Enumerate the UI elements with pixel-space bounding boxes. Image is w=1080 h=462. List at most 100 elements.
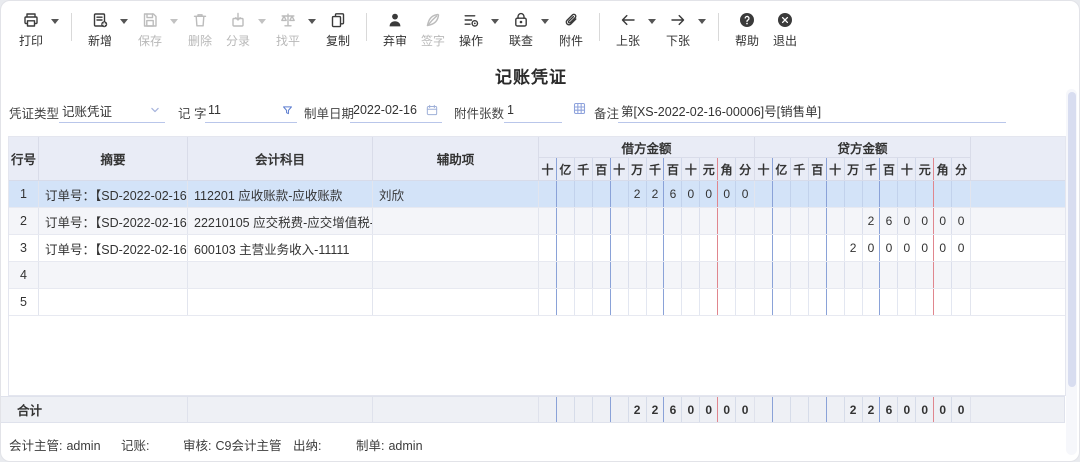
add-button[interactable]: 新增: [84, 10, 116, 49]
aux-cell[interactable]: [373, 289, 539, 315]
col-account: 会计科目: [188, 137, 373, 180]
save-dropdown-caret[interactable]: [170, 19, 178, 24]
amount-digit-cell: [629, 235, 647, 261]
amount-digit-cell: [827, 289, 845, 315]
voucher-row-1[interactable]: 1订单号：【SD-2022-02-16-00003...112201 应收账款-…: [9, 181, 1065, 208]
amount-digit-cell: [647, 208, 665, 234]
copy-button[interactable]: 复制: [322, 10, 354, 49]
linkquery-button[interactable]: 联查: [505, 10, 537, 49]
calendar-icon[interactable]: [425, 103, 439, 117]
summary-cell[interactable]: [39, 262, 188, 288]
printer-icon: [22, 10, 40, 30]
abacus-grid-icon[interactable]: [572, 101, 587, 119]
scrollbar-thumb[interactable]: [1068, 92, 1076, 387]
next-voucher-button[interactable]: 下张: [662, 10, 694, 49]
amount-digit-cell: 千: [863, 158, 881, 180]
aux-cell[interactable]: 刘欣: [373, 181, 539, 207]
attachment-button[interactable]: 附件: [555, 10, 587, 49]
amount-digit-cell: [934, 289, 952, 315]
amount-digit-cell: 千: [647, 158, 665, 180]
exit-button[interactable]: 退出: [769, 10, 801, 49]
amount-digit-cell: [557, 208, 575, 234]
account-cell[interactable]: [188, 262, 373, 288]
word-no-input[interactable]: 11: [205, 98, 297, 123]
amount-digit-cell: 6: [880, 208, 898, 234]
sign-button[interactable]: 签字: [417, 10, 449, 49]
credit-amount-cell[interactable]: 2000000: [755, 235, 971, 261]
operate-button[interactable]: 操作: [455, 10, 487, 49]
credit-amount-cell[interactable]: 260000: [755, 208, 971, 234]
debit-amount-cell[interactable]: [539, 235, 755, 261]
amount-digit-cell: [827, 235, 845, 261]
add-dropdown-caret[interactable]: [120, 19, 128, 24]
voucher-type-select[interactable]: 记账凭证: [59, 98, 165, 123]
filter-funnel-icon[interactable]: [281, 104, 294, 117]
amount-digit-cell: 2: [863, 208, 881, 234]
account-cell[interactable]: [188, 289, 373, 315]
credit-amount-cell[interactable]: [755, 289, 971, 315]
vertical-scrollbar[interactable]: [1066, 89, 1077, 455]
credit-amount-cell[interactable]: [755, 262, 971, 288]
unapprove-button[interactable]: 弃审: [379, 10, 411, 49]
debit-amount-cell[interactable]: 2260000: [539, 181, 755, 207]
balance-dropdown-caret[interactable]: [308, 19, 316, 24]
balance-button[interactable]: 找平: [272, 10, 304, 49]
prev-voucher-dropdown-caret[interactable]: [648, 19, 656, 24]
amount-digit-cell: [916, 181, 934, 207]
amount-digit-cell: [664, 235, 682, 261]
amount-digit-cell: 百: [664, 158, 682, 180]
aux-cell[interactable]: [373, 262, 539, 288]
operate-dropdown-caret[interactable]: [491, 19, 499, 24]
summary-cell[interactable]: 订单号：【SD-2022-02-16-00003...: [39, 208, 188, 234]
print-dropdown-caret[interactable]: [51, 19, 59, 24]
entry-button[interactable]: 分录: [222, 10, 254, 49]
aux-cell[interactable]: [373, 208, 539, 234]
amount-digit-cell: 十: [755, 158, 773, 180]
amount-digit-cell: [718, 208, 736, 234]
amount-digit-cell: [664, 262, 682, 288]
remark-input[interactable]: 第[XS-2022-02-16-00006]号[销售单]: [618, 98, 1006, 123]
attachments-input[interactable]: 1: [504, 98, 562, 123]
debit-amount-cell[interactable]: [539, 289, 755, 315]
header-filler: [971, 137, 1065, 180]
next-voucher-dropdown-caret[interactable]: [698, 19, 706, 24]
amount-digit-cell: [593, 235, 611, 261]
credit-amount-cell[interactable]: [755, 181, 971, 207]
debit-amount-cell[interactable]: [539, 208, 755, 234]
chevron-down-icon[interactable]: [148, 103, 162, 117]
amount-digit-cell: [916, 262, 934, 288]
amount-digit-cell: [845, 289, 863, 315]
voucher-row-2[interactable]: 2 订单号：【SD-2022-02-16-00003...22210105 应交税…: [9, 208, 1065, 235]
account-cell[interactable]: 22210105 应交税费-应交增值税-销项税款: [188, 208, 373, 234]
debit-amount-cell[interactable]: [539, 262, 755, 288]
save-button[interactable]: 保存: [134, 10, 166, 49]
total-account-cell: [188, 397, 373, 422]
voucher-row-5[interactable]: 5: [9, 289, 1065, 316]
account-cell[interactable]: 600103 主营业务收入-11111: [188, 235, 373, 261]
account-cell[interactable]: 112201 应收账款-应收账款: [188, 181, 373, 207]
amount-digit-cell: [718, 235, 736, 261]
summary-cell[interactable]: 订单号：【SD-2022-02-16-00003...: [39, 181, 188, 207]
entry-dropdown-caret[interactable]: [258, 19, 266, 24]
linkquery-dropdown-caret[interactable]: [541, 19, 549, 24]
debit-digit-labels: 十亿千百十万千百十元角分: [539, 158, 754, 180]
prev-voucher-button[interactable]: 上张: [612, 10, 644, 49]
date-value: 2022-02-16: [353, 103, 423, 117]
amount-digit-cell: 0: [916, 397, 934, 422]
delete-button[interactable]: 删除: [184, 10, 216, 49]
help-button[interactable]: 帮助: [731, 10, 763, 49]
amount-digit-cell: 十: [539, 158, 557, 180]
amount-digit-cell: [647, 289, 665, 315]
aux-cell[interactable]: [373, 235, 539, 261]
amount-digit-cell: [755, 289, 773, 315]
voucher-row-3[interactable]: 3订单号：【SD-2022-02-16-00003...600103 主营业务收…: [9, 235, 1065, 262]
date-input[interactable]: 2022-02-16: [350, 98, 442, 123]
print-button[interactable]: 打印: [15, 10, 47, 49]
voucher-row-4[interactable]: 4: [9, 262, 1065, 289]
toolbar-button-label: 保存: [138, 32, 162, 49]
amount-digit-cell: [718, 262, 736, 288]
summary-cell[interactable]: [39, 289, 188, 315]
amount-digit-cell: [898, 181, 916, 207]
amount-digit-cell: 2: [629, 397, 647, 422]
summary-cell[interactable]: 订单号：【SD-2022-02-16-00003...: [39, 235, 188, 261]
